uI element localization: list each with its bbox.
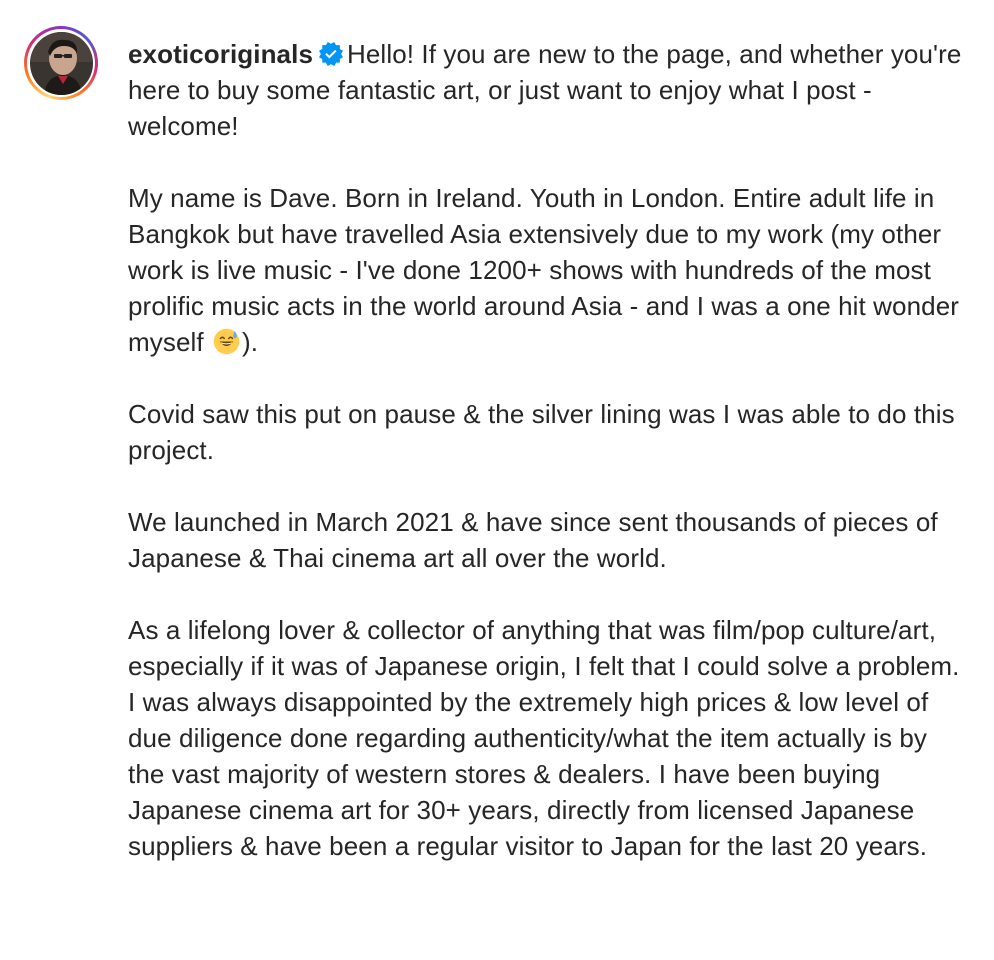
caption-paragraph-intro: exoticoriginals Hello! If you are new to… <box>128 36 968 144</box>
caption-text: exoticoriginals Hello! If you are new to… <box>128 36 968 864</box>
caption-paragraph-about: My name is Dave. Born in Ireland. Youth … <box>128 180 968 360</box>
avatar-border <box>27 29 95 97</box>
caption-post: exoticoriginals Hello! If you are new to… <box>24 26 978 864</box>
avatar[interactable] <box>29 31 93 95</box>
caption-paragraph-story: As a lifelong lover & collector of anyth… <box>128 615 960 861</box>
story-ring[interactable] <box>24 26 98 100</box>
caption-paragraph-launch: We launched in March 2021 & have since s… <box>128 507 938 573</box>
grinning-sweat-emoji <box>213 328 240 355</box>
about-text-end: ). <box>242 327 259 357</box>
caption-paragraph-covid: Covid saw this put on pause & the silver… <box>128 399 955 465</box>
username-link[interactable]: exoticoriginals <box>128 39 313 69</box>
verified-badge-icon <box>319 42 343 66</box>
